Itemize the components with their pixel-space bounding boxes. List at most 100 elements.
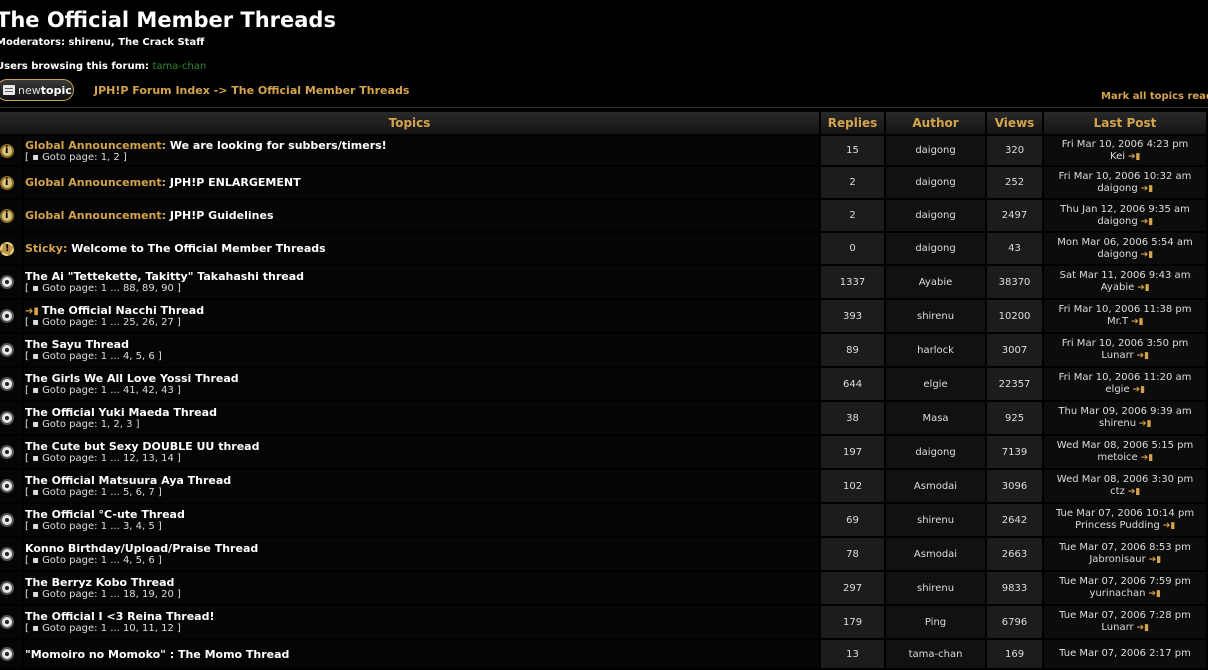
topic-title-text[interactable]: The Official °C-ute Thread bbox=[25, 508, 185, 521]
topic-title-text[interactable]: The Official Yuki Maeda Thread bbox=[25, 406, 217, 419]
topic-title-text[interactable]: The Berryz Kobo Thread bbox=[25, 576, 174, 589]
author-link[interactable]: shirenu bbox=[886, 572, 988, 606]
view-latest-post-icon[interactable]: ➔▮ bbox=[1139, 418, 1152, 429]
last-post-user[interactable]: daigong bbox=[1097, 183, 1137, 194]
topic-title[interactable]: The Ai "Tettekette, Takitty" Takahashi t… bbox=[25, 270, 819, 283]
topic-title-text[interactable]: The Official Nacchi Thread bbox=[42, 304, 204, 317]
author-link[interactable]: elgie bbox=[886, 368, 988, 402]
view-latest-post-icon[interactable]: ➔▮ bbox=[1137, 350, 1150, 361]
browsing-user-link[interactable]: tama-chan bbox=[153, 61, 207, 72]
last-post-user[interactable]: Lunarr bbox=[1101, 622, 1133, 633]
topic-title-text[interactable]: Konno Birthday/Upload/Praise Thread bbox=[25, 542, 258, 555]
newest-post-icon[interactable]: ➔▮ bbox=[25, 306, 39, 317]
last-post-cell: Wed Mar 08, 2006 5:15 pm metoice ➔▮ bbox=[1044, 436, 1208, 470]
topic-title-text[interactable]: JPH!P ENLARGEMENT bbox=[170, 176, 301, 189]
topic-title-text[interactable]: The Official Matsuura Aya Thread bbox=[25, 474, 231, 487]
view-latest-post-icon[interactable]: ➔▮ bbox=[1133, 384, 1146, 395]
topic-title-text[interactable]: The Official I <3 Reina Thread! bbox=[25, 610, 215, 623]
author-link[interactable]: shirenu bbox=[886, 504, 988, 538]
page-links[interactable]: 1, 2, 3 bbox=[101, 419, 133, 430]
page-links[interactable]: 1 ... 5, 6, 7 bbox=[101, 487, 155, 498]
view-latest-post-icon[interactable]: ➔▮ bbox=[1141, 452, 1154, 463]
topic-title-text[interactable]: The Sayu Thread bbox=[25, 338, 129, 351]
page-links[interactable]: 1 ... 88, 89, 90 bbox=[101, 283, 174, 294]
topic-title-text[interactable]: The Ai "Tettekette, Takitty" Takahashi t… bbox=[25, 270, 304, 283]
author-link[interactable]: Asmodai bbox=[886, 538, 988, 572]
author-link[interactable]: daigong bbox=[886, 233, 988, 266]
last-post-user[interactable]: daigong bbox=[1097, 249, 1137, 260]
last-post-user[interactable]: Mr.T bbox=[1107, 316, 1128, 327]
view-latest-post-icon[interactable]: ➔▮ bbox=[1148, 588, 1161, 599]
topic-title[interactable]: "Momoiro no Momoko" : The Momo Thread bbox=[25, 648, 819, 661]
page-links[interactable]: 1 ... 4, 5, 6 bbox=[101, 555, 155, 566]
author-link[interactable]: harlock bbox=[886, 334, 988, 368]
author-link[interactable]: Ayabie bbox=[886, 266, 988, 300]
view-latest-post-icon[interactable]: ➔▮ bbox=[1163, 520, 1176, 531]
view-latest-post-icon[interactable]: ➔▮ bbox=[1141, 249, 1154, 260]
topic-title[interactable]: Konno Birthday/Upload/Praise Thread bbox=[25, 542, 819, 555]
last-post-user[interactable]: shirenu bbox=[1099, 418, 1136, 429]
topic-title[interactable]: Global Announcement: JPH!P Guidelines bbox=[25, 209, 819, 222]
author-link[interactable]: daigong bbox=[886, 136, 988, 167]
author-link[interactable]: Ping bbox=[886, 606, 988, 640]
mark-all-topics-read-link[interactable]: Mark all topics read bbox=[1101, 91, 1208, 102]
topic-title[interactable]: The Official °C-ute Thread bbox=[25, 508, 819, 521]
topic-title-text[interactable]: Welcome to The Official Member Threads bbox=[71, 242, 326, 255]
page-links[interactable]: 1 ... 10, 11, 12 bbox=[101, 623, 174, 634]
topic-title[interactable]: Sticky: Welcome to The Official Member T… bbox=[25, 242, 819, 255]
topic-title-text[interactable]: JPH!P Guidelines bbox=[170, 209, 274, 222]
topic-title[interactable]: The Cute but Sexy DOUBLE UU thread bbox=[25, 440, 819, 453]
topic-title-text[interactable]: The Girls We All Love Yossi Thread bbox=[25, 372, 239, 385]
topic-title[interactable]: The Official I <3 Reina Thread! bbox=[25, 610, 819, 623]
view-latest-post-icon[interactable]: ➔▮ bbox=[1141, 183, 1154, 194]
author-link[interactable]: shirenu bbox=[886, 300, 988, 334]
author-link[interactable]: daigong bbox=[886, 167, 988, 200]
last-post-user[interactable]: daigong bbox=[1097, 216, 1137, 227]
view-latest-post-icon[interactable]: ➔▮ bbox=[1149, 554, 1162, 565]
topic-title-text[interactable]: The Cute but Sexy DOUBLE UU thread bbox=[25, 440, 259, 453]
new-topic-button[interactable]: newtopic bbox=[0, 79, 74, 101]
last-post-user[interactable]: Princess Pudding bbox=[1075, 520, 1160, 531]
breadcrumb-current-forum[interactable]: The Official Member Threads bbox=[231, 84, 409, 97]
view-latest-post-icon[interactable]: ➔▮ bbox=[1131, 316, 1144, 327]
topic-title[interactable]: Global Announcement: We are looking for … bbox=[25, 139, 819, 152]
last-post-user[interactable]: yurinachan bbox=[1090, 588, 1146, 599]
page-links[interactable]: 1 ... 18, 19, 20 bbox=[101, 589, 174, 600]
author-link[interactable]: Asmodai bbox=[886, 470, 988, 504]
topic-title[interactable]: The Girls We All Love Yossi Thread bbox=[25, 372, 819, 385]
last-post-user[interactable]: Lunarr bbox=[1101, 350, 1133, 361]
replies-count: 297 bbox=[821, 572, 887, 606]
topic-title-text[interactable]: "Momoiro no Momoko" : The Momo Thread bbox=[25, 648, 289, 661]
page-links[interactable]: 1, 2 bbox=[101, 152, 120, 163]
last-post-user[interactable]: Ayabie bbox=[1101, 282, 1135, 293]
author-link[interactable]: daigong bbox=[886, 200, 988, 233]
view-latest-post-icon[interactable]: ➔▮ bbox=[1141, 216, 1154, 227]
page-links[interactable]: 1 ... 4, 5, 6 bbox=[101, 351, 155, 362]
author-link[interactable]: daigong bbox=[886, 436, 988, 470]
last-post-user[interactable]: Kei bbox=[1110, 151, 1125, 162]
author-link[interactable]: Masa bbox=[886, 402, 988, 436]
view-latest-post-icon[interactable]: ➔▮ bbox=[1128, 151, 1141, 162]
topic-title[interactable]: The Sayu Thread bbox=[25, 338, 819, 351]
topic-title[interactable]: The Official Matsuura Aya Thread bbox=[25, 474, 819, 487]
page-links[interactable]: 1 ... 3, 4, 5 bbox=[101, 521, 155, 532]
last-post-user[interactable]: Jabronisaur bbox=[1089, 554, 1145, 565]
topic-title[interactable]: Global Announcement: JPH!P ENLARGEMENT bbox=[25, 176, 819, 189]
view-latest-post-icon[interactable]: ➔▮ bbox=[1137, 282, 1150, 293]
view-latest-post-icon[interactable]: ➔▮ bbox=[1137, 622, 1150, 633]
topic-title[interactable]: The Official Yuki Maeda Thread bbox=[25, 406, 819, 419]
last-post-user[interactable]: metoice bbox=[1097, 452, 1137, 463]
author-link[interactable]: tama-chan bbox=[886, 640, 988, 670]
topic-title[interactable]: The Berryz Kobo Thread bbox=[25, 576, 819, 589]
breadcrumb-forum-index[interactable]: JPH!P Forum Index bbox=[94, 84, 210, 97]
topic-title[interactable]: ➔▮ The Official Nacchi Thread bbox=[25, 304, 819, 317]
page-links[interactable]: 1 ... 41, 42, 43 bbox=[101, 385, 174, 396]
view-latest-post-icon[interactable]: ➔▮ bbox=[1128, 486, 1141, 497]
page-links[interactable]: 1 ... 25, 26, 27 bbox=[101, 317, 174, 328]
goto-page-links: [ ▪ Goto page: 1 ... 5, 6, 7 ] bbox=[25, 487, 162, 498]
last-post-user[interactable]: elgie bbox=[1105, 384, 1129, 395]
goto-page-links: [ ▪ Goto page: 1 ... 3, 4, 5 ] bbox=[25, 521, 162, 532]
topic-title-text[interactable]: We are looking for subbers/timers! bbox=[170, 139, 387, 152]
last-post-user[interactable]: ctz bbox=[1110, 486, 1125, 497]
page-links[interactable]: 1 ... 12, 13, 14 bbox=[101, 453, 174, 464]
